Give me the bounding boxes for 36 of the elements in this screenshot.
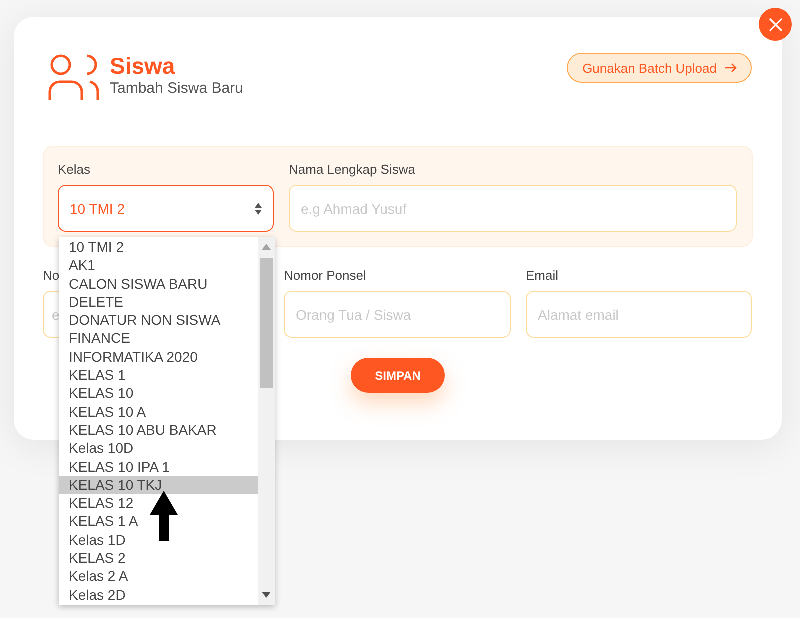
scroll-up-icon[interactable]	[262, 244, 271, 250]
dropdown-option[interactable]: 10 TMI 2	[59, 238, 258, 256]
scroll-down-icon[interactable]	[262, 592, 271, 598]
dropdown-option[interactable]: Kelas 10D	[59, 439, 258, 458]
dropdown-option[interactable]: KELAS 10 IPA 1	[59, 458, 258, 476]
dropdown-option[interactable]: KELAS 10 A	[59, 402, 258, 421]
dropdown-option[interactable]: INFORMATIKA 2020	[59, 348, 258, 366]
dropdown-option[interactable]: KELAS 12	[59, 494, 258, 512]
dropdown-option[interactable]: KELAS 10 ABU BAKAR	[59, 420, 258, 440]
dropdown-option[interactable]: KELAS 1 A	[59, 512, 258, 531]
field-label: Kelas	[58, 162, 92, 177]
dropdown-option[interactable]: KELAS 2	[59, 549, 258, 568]
dropdown-option[interactable]: KELAS 10	[59, 384, 258, 403]
dropdown-option[interactable]: DONATUR NON SISWA	[59, 311, 258, 330]
close-icon	[768, 18, 782, 32]
arrow-right-icon	[725, 63, 737, 73]
dropdown-option[interactable]: KELAS 10 TKJ	[59, 476, 258, 494]
field-label: Nama Lengkap Siswa	[289, 162, 416, 177]
dropdown-option[interactable]: KELAS 1	[59, 366, 258, 384]
scrollbar[interactable]	[258, 237, 275, 605]
page-subtitle: Tambah Siswa Baru	[110, 79, 244, 99]
sort-icon	[255, 202, 262, 214]
dropdown-option[interactable]: Kelas 2D	[59, 586, 258, 604]
field-label: Nomor Ponsel	[284, 268, 368, 283]
dropdown-option[interactable]: AK1	[59, 256, 258, 275]
users-icon	[48, 52, 100, 100]
dropdown-option[interactable]: CALON SISWA BARU	[59, 274, 258, 293]
arrow-icon	[150, 491, 178, 541]
page-title: Siswa	[110, 53, 176, 79]
close-button[interactable]	[759, 8, 792, 41]
field-label: No	[43, 268, 61, 283]
dropdown-option[interactable]: DELETE	[59, 292, 258, 312]
dropdown-option[interactable]: Kelas 1D	[59, 530, 258, 550]
field-label: Email	[526, 268, 560, 283]
dropdown-option[interactable]: FINANCE	[59, 329, 258, 348]
dropdown-option[interactable]: Kelas 2 A	[59, 567, 258, 586]
